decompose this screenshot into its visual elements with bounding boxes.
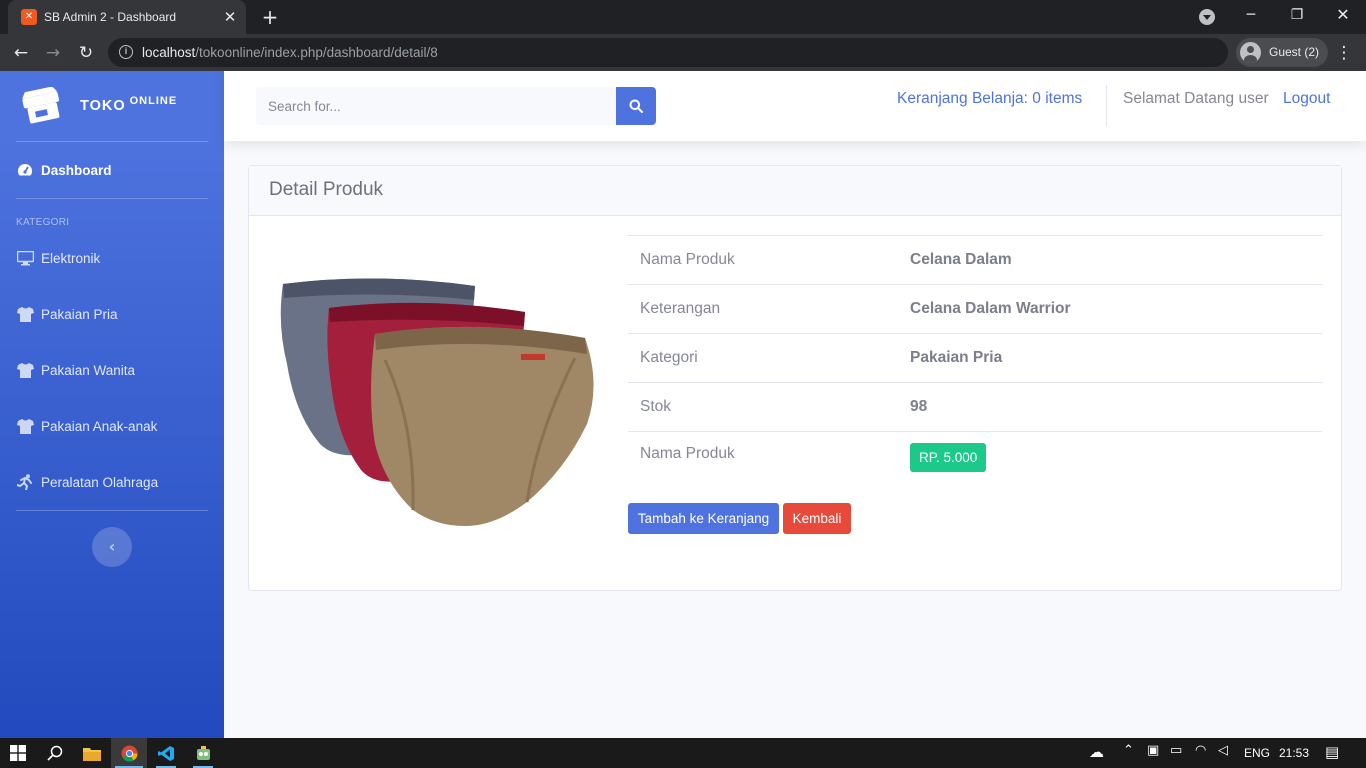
language-indicator[interactable]: ENG (1244, 746, 1270, 760)
browser-tab-strip: ✕ SB Admin 2 - Dashboard ✕ + ─ ❐ ✕ (0, 0, 1366, 34)
sidebar-item-pakaian-wanita[interactable]: Pakaian Wanita (16, 355, 216, 385)
tshirt-icon (16, 305, 34, 323)
sidebar-item-pakaian-anak-anak[interactable]: Pakaian Anak-anak (16, 411, 216, 441)
price-cell: RP. 5.000 (898, 431, 1322, 481)
wifi-icon[interactable]: ◠ (1195, 743, 1206, 758)
table-row: Kategori Pakaian Pria (628, 333, 1322, 383)
notification-icon[interactable]: ▤ (1325, 743, 1339, 761)
product-image (280, 278, 594, 526)
topbar-divider (1106, 85, 1107, 127)
sidebar-item-label: Pakaian Wanita (41, 362, 136, 378)
topbar: Keranjang Belanja: 0 items Selamat Datan… (224, 71, 1366, 141)
battery-icon[interactable]: ▭ (1170, 743, 1182, 758)
table-row: Nama Produk Celana Dalam (628, 235, 1322, 285)
brand-name: TOKO ONLINE (80, 95, 178, 114)
sidebar-item-dashboard[interactable]: Dashboard (16, 155, 216, 185)
category-value: Pakaian Pria (898, 333, 1322, 383)
browser-toolbar: ← → ↻ i localhost/tokoonline/index.php/d… (0, 34, 1366, 71)
sidebar-item-label: Peralatan Olahraga (41, 474, 159, 490)
table-row: Keterangan Celana Dalam Warrior (628, 284, 1322, 334)
reload-icon[interactable]: ↻ (73, 40, 99, 66)
sidebar-toggle-button[interactable]: ‹ (92, 527, 132, 567)
clock[interactable]: 21:53 (1279, 746, 1309, 760)
tshirt-icon (16, 417, 34, 435)
back-arrow-icon[interactable]: ← (8, 40, 34, 66)
app-icon[interactable] (185, 738, 221, 768)
address-bar[interactable]: i localhost/tokoonline/index.php/dashboa… (108, 38, 1228, 67)
sidebar-item-label: Elektronik (41, 250, 101, 266)
table-row: Stok 98 (628, 382, 1322, 432)
row-label: Kategori (628, 333, 898, 383)
windows-start-icon[interactable] (0, 738, 36, 768)
sidebar: TOKO ONLINE Dashboard KATEGORI Elektronik… (0, 71, 224, 738)
row-label: Nama Produk (628, 431, 898, 481)
chevron-up-icon[interactable]: ⌃ (1123, 743, 1134, 758)
desktop-icon (16, 249, 34, 267)
store-logo-icon (22, 87, 60, 124)
sidebar-item-elektronik[interactable]: Elektronik (16, 243, 216, 273)
search-icon (629, 99, 643, 113)
search-input[interactable] (256, 87, 616, 125)
chevron-left-icon: ‹ (108, 537, 116, 556)
product-detail-card: Detail Produk Nama Produk Celana Dalam K… (248, 165, 1342, 591)
sidebar-divider (16, 198, 208, 199)
back-button[interactable]: Kembali (783, 503, 851, 534)
volume-icon[interactable]: ◁ (1218, 743, 1228, 758)
sidebar-divider (16, 510, 208, 511)
tshirt-icon (16, 361, 34, 379)
file-explorer-icon[interactable] (74, 738, 110, 768)
sidebar-divider (16, 141, 208, 142)
profile-label: Guest (2) (1269, 45, 1320, 59)
price-badge: RP. 5.000 (910, 443, 987, 472)
description-value: Celana Dalam Warrior (898, 284, 1322, 334)
sidebar-brand[interactable]: TOKO ONLINE (0, 71, 224, 141)
camera-icon[interactable]: ▣ (1147, 743, 1159, 758)
tab-search-icon[interactable] (1199, 9, 1215, 25)
minimize-icon[interactable]: ─ (1228, 0, 1274, 30)
row-label: Keterangan (628, 284, 898, 334)
weather-icon[interactable]: ☁ (1089, 743, 1104, 761)
tachometer-icon (16, 161, 34, 179)
more-menu-icon[interactable]: ⋮ (1334, 40, 1354, 66)
info-icon[interactable]: i (119, 45, 133, 59)
sidebar-item-label: Pakaian Pria (41, 306, 118, 322)
logout-link[interactable]: Logout (1283, 90, 1330, 108)
card-header: Detail Produk (249, 166, 1341, 216)
search-icon[interactable] (37, 738, 73, 768)
table-row: Nama Produk RP. 5.000 (628, 431, 1322, 481)
restore-icon[interactable]: ❐ (1274, 0, 1320, 30)
card-title: Detail Produk (269, 179, 384, 200)
row-label: Stok (628, 382, 898, 432)
add-to-cart-button[interactable]: Tambah ke Keranjang (628, 503, 779, 534)
running-icon (16, 473, 34, 491)
sidebar-item-peralatan-olahraga[interactable]: Peralatan Olahraga (16, 467, 216, 497)
close-tab-icon[interactable]: ✕ (220, 7, 240, 27)
sidebar-item-label: Pakaian Anak-anak (41, 418, 158, 434)
welcome-text: Selamat Datang user (1123, 90, 1269, 107)
cart-link[interactable]: Keranjang Belanja: 0 items (897, 90, 1082, 108)
chrome-icon[interactable] (111, 738, 147, 768)
profile-button[interactable]: Guest (2) (1236, 38, 1328, 67)
product-detail-table: Nama Produk Celana Dalam Keterangan Cela… (628, 235, 1322, 481)
tab-title: SB Admin 2 - Dashboard (44, 10, 177, 24)
sidebar-item-label: Dashboard (41, 162, 112, 178)
stock-value: 98 (898, 382, 1322, 432)
new-tab-button[interactable]: + (258, 5, 282, 29)
avatar-icon (1240, 42, 1261, 63)
browser-tab[interactable]: ✕ SB Admin 2 - Dashboard ✕ (8, 0, 246, 34)
forward-arrow-icon[interactable]: → (40, 40, 66, 66)
search-button[interactable] (616, 87, 656, 125)
url-text[interactable]: localhost/tokoonline/index.php/dashboard… (142, 45, 438, 60)
sidebar-heading: KATEGORI (16, 217, 70, 228)
windows-taskbar: ☁ ⌃ ▣ ▭ ◠ ◁ ENG 21:53 ▤ (0, 738, 1366, 768)
product-name-value: Celana Dalam (898, 235, 1322, 285)
close-window-icon[interactable]: ✕ (1320, 0, 1366, 30)
vscode-icon[interactable] (148, 738, 184, 768)
sidebar-item-pakaian-pria[interactable]: Pakaian Pria (16, 299, 216, 329)
row-label: Nama Produk (628, 235, 898, 285)
xampp-icon: ✕ (21, 9, 37, 25)
